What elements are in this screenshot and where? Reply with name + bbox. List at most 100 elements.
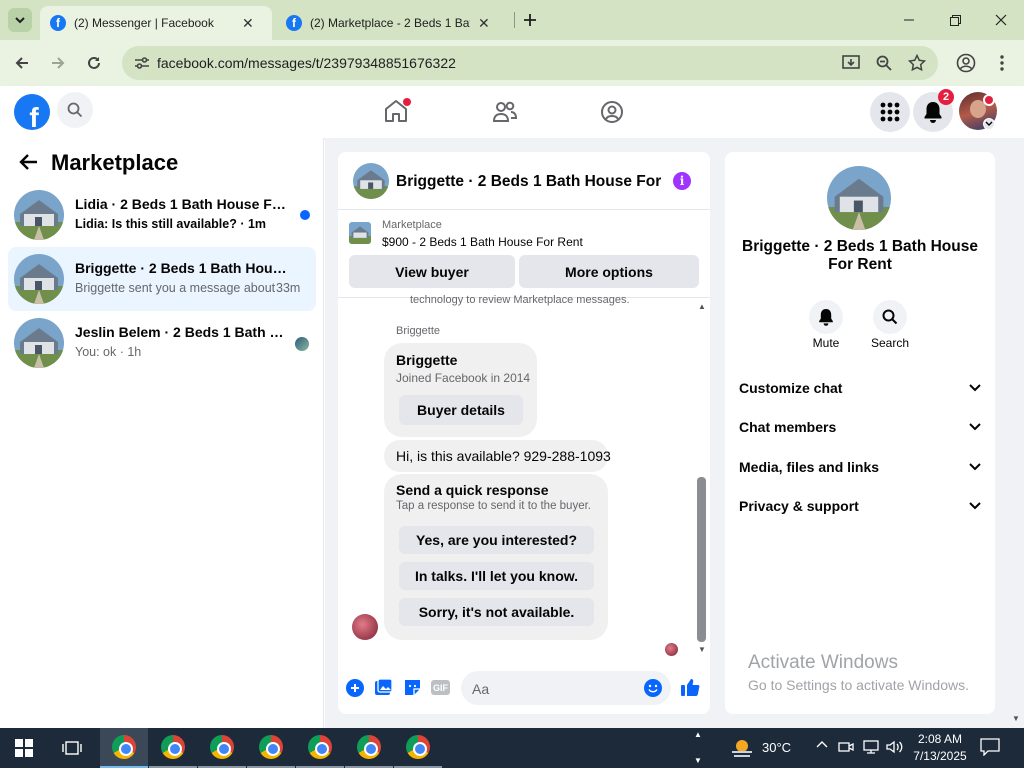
tab-messenger[interactable]: f (2) Messenger | Facebook ✕ (40, 6, 272, 40)
account-chevron-icon[interactable] (983, 118, 995, 130)
chat-header-thumbnail[interactable] (353, 163, 389, 199)
weather-icon[interactable] (730, 737, 754, 759)
emoji-icon[interactable] (644, 679, 662, 697)
card-joined-text: Joined Facebook in 2014 (396, 371, 531, 385)
chat-members-section[interactable]: Chat members (739, 419, 981, 435)
card-buyer-name: Briggette (396, 352, 458, 368)
profile-button[interactable] (951, 48, 981, 78)
taskbar-chrome-3[interactable] (198, 728, 246, 768)
tab-search-button[interactable] (8, 8, 32, 32)
message-input[interactable]: Aa (461, 671, 671, 705)
scroll-up-arrow[interactable]: ▲ (698, 302, 706, 311)
buyer-details-button[interactable]: Buyer details (399, 395, 523, 425)
more-options-button[interactable]: More options (519, 255, 699, 288)
restore-button[interactable] (932, 0, 978, 40)
attach-photo-icon[interactable] (374, 678, 393, 697)
friends-nav-button[interactable] (492, 101, 518, 123)
conversation-item[interactable]: Briggette · 2 Beds 1 Bath House Fo... Br… (8, 247, 316, 311)
messages-scrollbar[interactable]: ▲ ▼ (696, 300, 708, 656)
quick-reply-not-available-button[interactable]: Sorry, it's not available. (399, 598, 594, 626)
menu-grid-button[interactable] (870, 92, 910, 132)
tray-chevron-up-icon[interactable] (816, 740, 828, 748)
quick-reply-yes-button[interactable]: Yes, are you interested? (399, 526, 594, 554)
groups-nav-button[interactable] (600, 100, 624, 124)
taskbar-chrome-4[interactable] (247, 728, 295, 768)
customize-chat-section[interactable]: Customize chat (739, 380, 981, 396)
media-files-links-section[interactable]: Media, files and links (739, 459, 981, 475)
notification-center-icon[interactable] (980, 738, 1000, 756)
conversation-item[interactable]: Jeslin Belem · 2 Beds 1 Bath Hou... You:… (8, 311, 316, 375)
clock-date: 7/13/2025 (913, 749, 967, 763)
gif-icon[interactable]: GIF (431, 680, 450, 695)
tab-marketplace[interactable]: f (2) Marketplace - 2 Beds 1 Bath ✕ (276, 6, 508, 40)
section-label: Chat members (739, 419, 837, 435)
scrollbar-thumb[interactable] (697, 477, 706, 642)
page-scroll-down-arrow[interactable]: ▼ (1012, 714, 1020, 723)
windows-logo-icon (15, 739, 33, 757)
conversation-title: Lidia · 2 Beds 1 Bath House For R... (75, 196, 287, 212)
chrome-icon (308, 735, 332, 759)
facebook-header: f 2 (0, 86, 1024, 138)
chevron-down-icon (969, 384, 981, 392)
quick-reply-in-talks-button[interactable]: In talks. I'll let you know. (399, 562, 594, 590)
listing-price[interactable]: $900 - 2 Beds 1 Bath House For Rent (382, 235, 583, 249)
like-thumb-icon[interactable] (680, 677, 700, 697)
conversation-item[interactable]: Lidia · 2 Beds 1 Bath House For R... Lid… (8, 183, 316, 247)
omnibox[interactable]: facebook.com/messages/t/2397934885167632… (122, 46, 938, 80)
sticker-icon[interactable] (403, 678, 422, 697)
info-icon[interactable]: i (673, 172, 691, 190)
chevron-down-icon (969, 423, 981, 431)
privacy-support-section[interactable]: Privacy & support (739, 498, 981, 514)
more-actions-icon[interactable] (346, 679, 364, 697)
forward-button[interactable] (43, 48, 73, 78)
taskbar-chrome-2[interactable] (149, 728, 197, 768)
taskbar-scroll-down-arrow[interactable]: ▼ (694, 756, 702, 765)
listing-banner-thumbnail (349, 222, 371, 244)
close-tab-icon[interactable]: ✕ (478, 15, 490, 32)
reload-button[interactable] (79, 48, 109, 78)
unread-dot (300, 210, 310, 220)
taskbar-scroll-up-arrow[interactable]: ▲ (694, 730, 702, 739)
chrome-icon (161, 735, 185, 759)
scroll-down-arrow[interactable]: ▼ (698, 645, 706, 654)
view-buyer-button[interactable]: View buyer (349, 255, 515, 288)
conversation-list-pane: Marketplace Lidia · 2 Beds 1 Bath House … (0, 138, 324, 728)
windows-taskbar: ▲ ▼ 30°C 2:08 AM 7/13/2025 (0, 728, 1024, 768)
back-arrow-button[interactable] (18, 153, 38, 171)
chrome-icon (112, 735, 136, 759)
facebook-logo-icon[interactable]: f (14, 94, 50, 130)
chrome-icon (357, 735, 381, 759)
friends-icon (492, 101, 518, 122)
conversation-time: 33m (276, 281, 301, 295)
chat-title[interactable]: Briggette · 2 Beds 1 Bath House For ... (396, 173, 666, 191)
network-icon[interactable] (862, 740, 880, 754)
back-button[interactable] (7, 48, 37, 78)
pane-title: Marketplace (51, 150, 179, 175)
taskbar-chrome-1[interactable] (100, 728, 148, 768)
search-in-chat-button[interactable] (873, 300, 907, 334)
taskbar-chrome-6[interactable] (345, 728, 393, 768)
mute-button[interactable] (809, 300, 843, 334)
clock-time: 2:08 AM (917, 732, 963, 746)
new-tab-button[interactable] (518, 8, 542, 32)
arrow-right-icon (52, 57, 65, 69)
start-button[interactable] (0, 728, 48, 768)
meet-now-icon[interactable] (838, 740, 854, 754)
avatar-notification-dot (983, 94, 995, 106)
weather-temperature[interactable]: 30°C (762, 740, 791, 755)
taskbar-chrome-7[interactable] (394, 728, 442, 768)
section-label: Media, files and links (739, 459, 880, 475)
taskbar-chrome-5[interactable] (296, 728, 344, 768)
home-notification-dot (403, 98, 411, 106)
task-view-button[interactable] (48, 728, 96, 768)
volume-icon[interactable] (886, 740, 904, 754)
close-window-button[interactable] (978, 0, 1024, 40)
close-tab-icon[interactable]: ✕ (242, 15, 254, 32)
clock[interactable]: 2:08 AM 7/13/2025 (910, 731, 970, 765)
chevron-down-icon (15, 17, 25, 24)
chrome-menu-button[interactable] (987, 48, 1017, 78)
sender-avatar[interactable] (352, 614, 378, 640)
minimize-button[interactable] (886, 0, 932, 40)
home-nav-button[interactable] (383, 98, 411, 126)
search-button[interactable] (57, 92, 93, 128)
